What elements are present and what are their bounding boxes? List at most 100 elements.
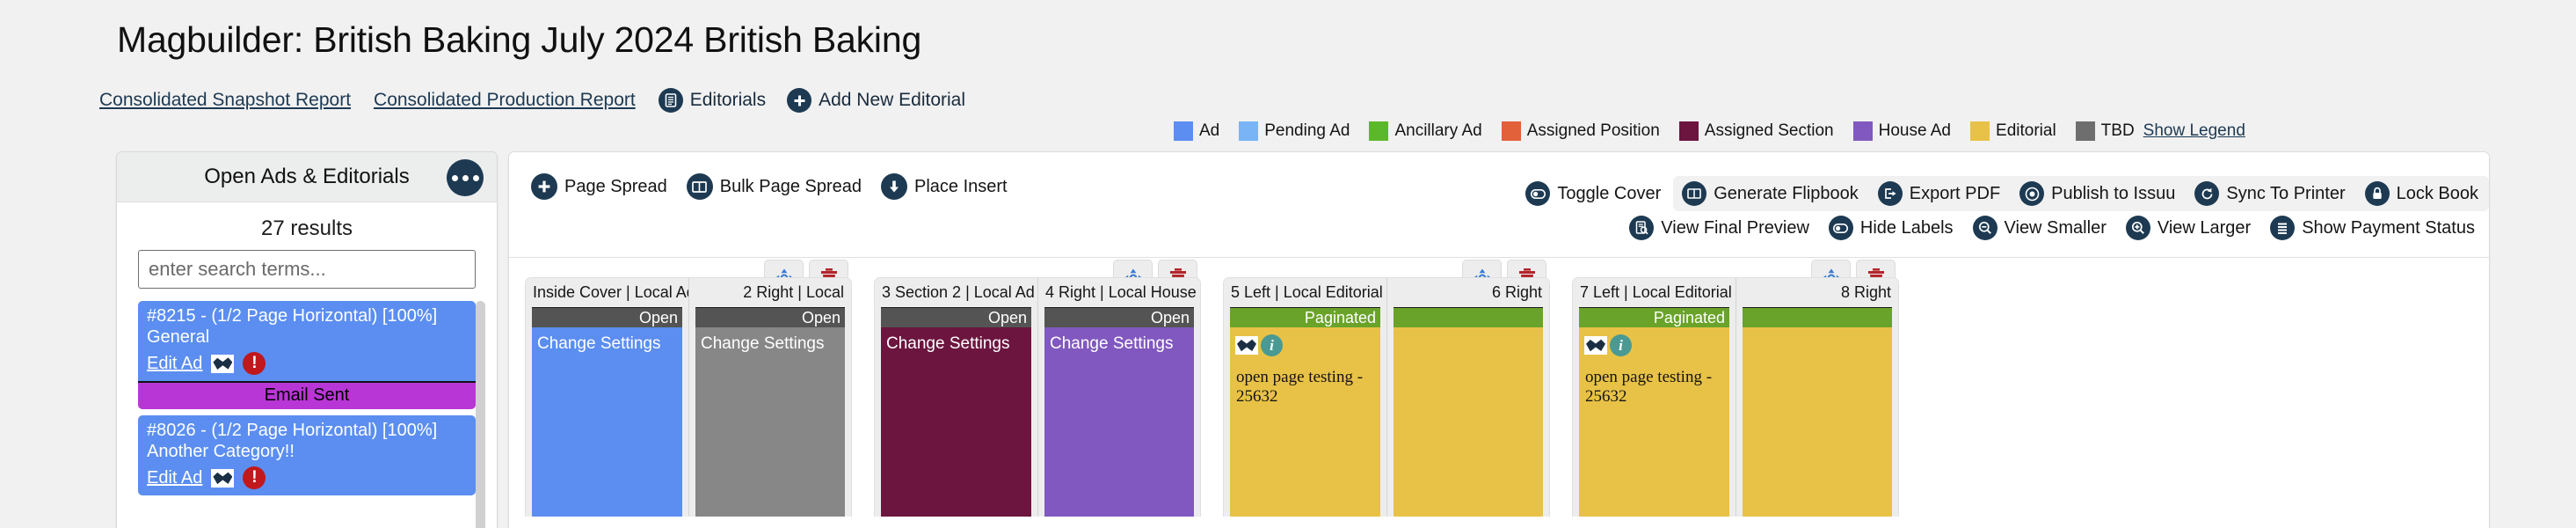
add-new-editorial-button[interactable]: Add New Editorial <box>787 88 965 113</box>
result-list-scrollbar[interactable] <box>476 301 485 528</box>
spread-body: 3 Section 2 | Local Ad Open Change Setti… <box>874 277 1201 517</box>
page-fill <box>695 327 845 517</box>
sync-to-printer-label: Sync To Printer <box>2226 183 2346 203</box>
page-column[interactable]: 3 Section 2 | Local Ad Open Change Setti… <box>875 278 1037 517</box>
legend-label: Editorial <box>1996 121 2056 140</box>
bulk-page-spread-label: Bulk Page Spread <box>719 176 862 196</box>
hide-labels-label: Hide Labels <box>1859 217 1954 238</box>
info-icon[interactable]: i <box>1610 334 1632 356</box>
change-settings-link[interactable]: Change Settings <box>886 334 1010 354</box>
legend-item: Assigned Section <box>1678 121 1834 141</box>
alert-icon[interactable]: ! <box>243 466 266 490</box>
legend-label: Assigned Section <box>1704 121 1834 140</box>
page-label: 8 Right <box>1736 278 1898 307</box>
page-column[interactable]: 8 Right <box>1736 278 1898 517</box>
lock-book-button[interactable]: Lock Book <box>2364 181 2478 206</box>
consolidated-production-report-link[interactable]: Consolidated Production Report <box>374 90 636 111</box>
view-final-preview-label: View Final Preview <box>1661 217 1809 238</box>
flag-icon[interactable] <box>211 468 235 488</box>
page-content[interactable]: Paginated i open page testing - 25632 <box>1230 307 1380 517</box>
legend-item: Assigned Position <box>1501 121 1660 141</box>
list-item[interactable]: #8026 - (1/2 Page Horizontal) [100%] Ano… <box>138 415 476 496</box>
page-column[interactable]: 7 Left | Local Editorial Paginated i ope… <box>1573 278 1736 517</box>
ellipsis-icon[interactable] <box>447 159 484 196</box>
add-new-editorial-label: Add New Editorial <box>819 90 966 110</box>
consolidated-snapshot-report-link[interactable]: Consolidated Snapshot Report <box>99 90 351 111</box>
page-column[interactable]: 2 Right | Local Open Change Settings <box>688 278 851 517</box>
export-pdf-button[interactable]: Export PDF <box>1877 181 2001 206</box>
toggle-cover-button[interactable]: Toggle Cover <box>1525 181 1661 206</box>
legend-swatch-assigned-section <box>1678 121 1699 141</box>
info-icon[interactable]: i <box>1261 334 1283 356</box>
page-status: Open <box>1044 308 1194 327</box>
show-payment-status-label: Show Payment Status <box>2302 217 2475 238</box>
page-spread: 7 Left | Local Editorial Paginated i ope… <box>1572 260 1899 517</box>
page-content[interactable]: Open Change Settings <box>1044 307 1194 517</box>
page-fill <box>1394 327 1543 517</box>
page-status <box>1743 308 1892 327</box>
flag-icon[interactable] <box>211 354 235 373</box>
page-label: 3 Section 2 | Local Ad <box>875 278 1037 307</box>
list-item[interactable]: #8215 - (1/2 Page Horizontal) [100%] Gen… <box>138 301 476 382</box>
sidebar-header: Open Ads & Editorials <box>117 152 497 202</box>
change-settings-link[interactable]: Change Settings <box>701 334 825 354</box>
page-content[interactable]: Open Change Settings <box>695 307 845 517</box>
results-count: 27 results <box>260 216 353 240</box>
legend-swatch-ancillary-ad <box>1369 121 1389 141</box>
editorials-button[interactable]: Editorials <box>658 88 766 113</box>
page-spread-button[interactable]: Page Spread <box>531 173 667 200</box>
list-item-actions: Edit Ad ! <box>147 466 467 490</box>
flag-icon[interactable] <box>1235 336 1258 355</box>
page-column[interactable]: Inside Cover | Local Ad Open Change Sett… <box>526 278 688 517</box>
page-label: 5 Left | Local Editorial <box>1224 278 1386 307</box>
alert-icon[interactable]: ! <box>243 352 266 376</box>
edit-ad-link[interactable]: Edit Ad <box>147 354 202 374</box>
toggle-cover-label: Toggle Cover <box>1557 183 1662 203</box>
page-column[interactable]: 5 Left | Local Editorial Paginated i ope… <box>1224 278 1386 517</box>
page-content[interactable] <box>1394 307 1543 517</box>
change-settings-link[interactable]: Change Settings <box>537 334 661 354</box>
page-spread: 5 Left | Local Editorial Paginated i ope… <box>1223 260 1550 517</box>
result-list: #8215 - (1/2 Page Horizontal) [100%] Gen… <box>117 296 497 528</box>
sync-to-printer-button[interactable]: Sync To Printer <box>2194 181 2346 206</box>
publish-to-issuu-button[interactable]: Publish to Issuu <box>2019 181 2175 206</box>
flag-icon[interactable] <box>1584 336 1607 355</box>
page-content[interactable]: Open Change Settings <box>881 307 1031 517</box>
page-status: Open <box>532 308 682 327</box>
legend-label: TBD <box>2100 121 2135 140</box>
show-payment-status-button[interactable]: Show Payment Status <box>2270 216 2475 240</box>
hide-labels-button[interactable]: Hide Labels <box>1828 216 1954 240</box>
editorial-icons: i <box>1584 334 1632 356</box>
place-insert-button[interactable]: Place Insert <box>881 173 1008 200</box>
search-wrapper <box>117 250 497 296</box>
generate-flipbook-button[interactable]: Generate Flipbook <box>1682 181 1859 206</box>
view-smaller-label: View Smaller <box>2004 217 2107 238</box>
page-content[interactable]: Open Change Settings <box>532 307 682 517</box>
page-content[interactable] <box>1743 307 1892 517</box>
view-smaller-button[interactable]: View Smaller <box>1972 216 2107 240</box>
view-larger-button[interactable]: View Larger <box>2125 216 2251 240</box>
change-settings-link[interactable]: Change Settings <box>1050 334 1174 354</box>
page-fill <box>881 327 1031 517</box>
show-legend-link[interactable]: Show Legend <box>2143 121 2245 141</box>
page-status: Paginated <box>1579 308 1729 327</box>
lock-icon <box>2364 181 2390 206</box>
view-final-preview-button[interactable]: View Final Preview <box>1629 216 1809 240</box>
legend-item: TBD <box>2075 121 2135 141</box>
page-content[interactable]: Paginated i open page testing - 25632 <box>1579 307 1729 517</box>
page-column[interactable]: 4 Right | Local House Ad Open Change Set… <box>1037 278 1200 517</box>
page-spread: Inside Cover | Local Ad Open Change Sett… <box>525 260 852 517</box>
bulk-page-spread-button[interactable]: Bulk Page Spread <box>686 173 862 200</box>
toolbar: Page Spread Bulk Page Spread Place Inser… <box>509 152 2489 258</box>
spread-body: 7 Left | Local Editorial Paginated i ope… <box>1572 277 1899 517</box>
main-panel: Page Spread Bulk Page Spread Place Inser… <box>508 151 2490 528</box>
document-icon <box>658 88 683 113</box>
plus-icon <box>787 88 812 113</box>
edit-ad-link[interactable]: Edit Ad <box>147 468 202 488</box>
page-column[interactable]: 6 Right <box>1386 278 1549 517</box>
export-pdf-label: Export PDF <box>1909 183 2001 203</box>
page-fill <box>1743 327 1892 517</box>
legend-item: Editorial <box>1970 121 2056 141</box>
toggle-icon <box>1525 181 1551 206</box>
search-input[interactable] <box>138 250 476 289</box>
